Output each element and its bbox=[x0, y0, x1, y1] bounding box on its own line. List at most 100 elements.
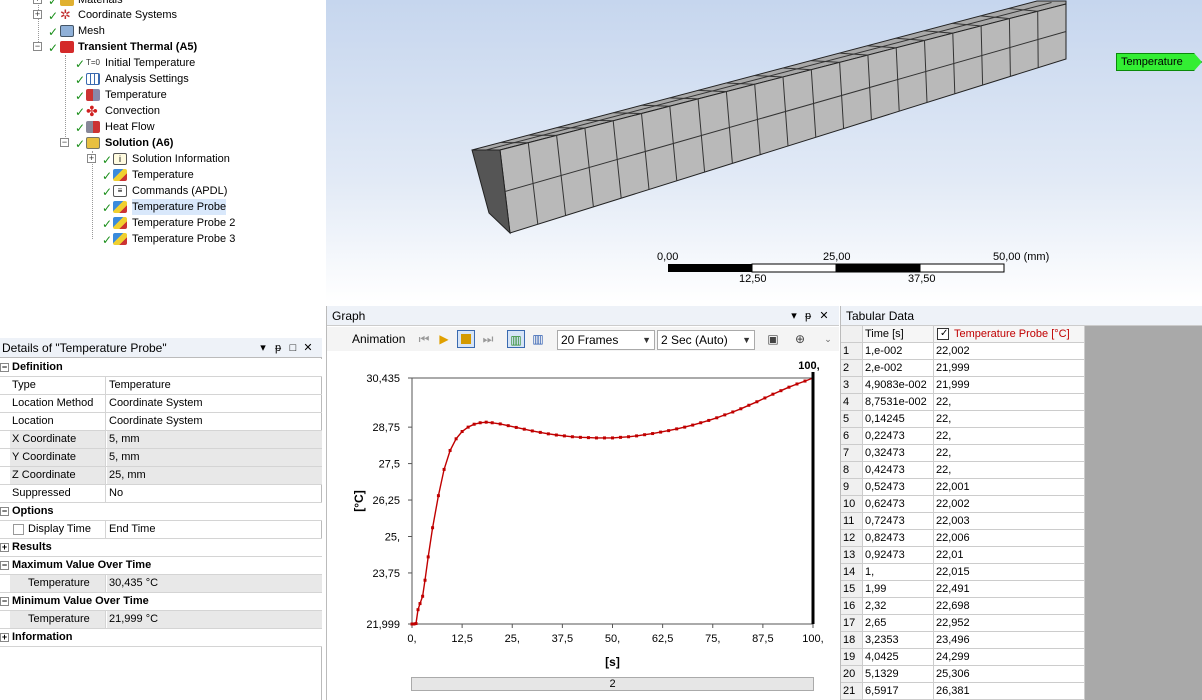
time-slider[interactable]: 2 bbox=[411, 677, 814, 691]
collapse-icon[interactable]: − bbox=[60, 138, 69, 147]
stop-icon[interactable] bbox=[457, 330, 475, 348]
zoom-icon[interactable]: ⊕ bbox=[791, 330, 809, 348]
table-row[interactable]: 9 0,52473 22,001 bbox=[841, 479, 1085, 496]
details-row[interactable]: Z Coordinate 25, mm bbox=[0, 467, 322, 485]
details-section[interactable]: + Information bbox=[0, 629, 322, 647]
table-row[interactable]: 16 2,32 22,698 bbox=[841, 598, 1085, 615]
frames-select[interactable]: 20 Frames ▼ bbox=[557, 330, 655, 350]
table-row[interactable]: 3 4,9083e-002 21,999 bbox=[841, 377, 1085, 394]
close-icon[interactable]: ✕ bbox=[817, 308, 831, 324]
graph-header: Graph ▾ ᵽ ✕ bbox=[327, 306, 839, 326]
table-row[interactable]: 21 6,5917 26,381 bbox=[841, 683, 1085, 700]
property-value[interactable]: Coordinate System bbox=[107, 413, 322, 430]
collapse-icon[interactable]: − bbox=[33, 42, 42, 51]
collapse-icon[interactable]: − bbox=[0, 561, 9, 570]
property-name: Location bbox=[10, 413, 106, 430]
data-point bbox=[423, 578, 427, 582]
row-index: 13 bbox=[841, 547, 863, 564]
distributed-frames-icon[interactable]: ▥ bbox=[507, 330, 525, 348]
x-tick-label: 25, bbox=[505, 633, 520, 645]
duration-select[interactable]: 2 Sec (Auto) ▼ bbox=[657, 330, 755, 350]
table-row[interactable]: 7 0,32473 22, bbox=[841, 445, 1085, 462]
table-row[interactable]: 18 3,2353 23,496 bbox=[841, 632, 1085, 649]
more-options-icon[interactable]: ⌄ bbox=[819, 330, 837, 348]
expand-icon[interactable]: + bbox=[87, 154, 96, 163]
property-value[interactable]: 21,999 °C bbox=[107, 611, 322, 628]
details-row[interactable]: Location Method Coordinate System bbox=[0, 395, 322, 413]
pin-icon[interactable]: ᵽ bbox=[801, 308, 815, 324]
export-video-icon[interactable]: ▣ bbox=[764, 330, 782, 348]
data-point bbox=[602, 436, 606, 440]
beam-model[interactable] bbox=[326, 0, 1202, 302]
property-value[interactable]: Coordinate System bbox=[107, 395, 322, 412]
table-row[interactable]: 19 4,0425 24,299 bbox=[841, 649, 1085, 666]
details-section[interactable]: + Results bbox=[0, 539, 322, 557]
table-row[interactable]: 20 5,1329 25,306 bbox=[841, 666, 1085, 683]
dropdown-icon[interactable]: ▾ bbox=[256, 340, 270, 356]
table-row[interactable]: 5 0,14245 22, bbox=[841, 411, 1085, 428]
play-icon[interactable]: ▶ bbox=[435, 330, 453, 348]
details-row[interactable]: Type Temperature bbox=[0, 377, 322, 395]
y-tick-label: 28,75 bbox=[372, 422, 400, 434]
probe-annotation[interactable]: Temperature Probe bbox=[1116, 53, 1202, 71]
details-section[interactable]: − Minimum Value Over Time bbox=[0, 593, 322, 611]
table-row[interactable]: 1 1,e-002 22,002 bbox=[841, 343, 1085, 360]
expand-icon[interactable]: + bbox=[33, 0, 42, 4]
details-row[interactable]: Temperature 21,999 °C bbox=[0, 611, 322, 629]
table-row[interactable]: 12 0,82473 22,006 bbox=[841, 530, 1085, 547]
details-row[interactable]: Location Coordinate System bbox=[0, 413, 322, 431]
details-section[interactable]: − Definition bbox=[0, 359, 322, 377]
x-tick-label: 75, bbox=[705, 633, 720, 645]
details-row[interactable]: Temperature 30,435 °C bbox=[0, 575, 322, 593]
table-row[interactable]: 11 0,72473 22,003 bbox=[841, 513, 1085, 530]
details-row[interactable]: Suppressed No bbox=[0, 485, 322, 503]
property-value[interactable]: Temperature bbox=[107, 377, 322, 394]
step-back-icon[interactable]: ⏮ bbox=[415, 330, 433, 348]
convection-fan-icon: ✤ bbox=[86, 103, 98, 119]
table-header-temperature[interactable]: ✓ Temperature Probe [°C] bbox=[934, 326, 1085, 343]
property-value[interactable]: No bbox=[107, 485, 322, 502]
details-section[interactable]: − Maximum Value Over Time bbox=[0, 557, 322, 575]
details-row[interactable]: Display Time End Time bbox=[0, 521, 322, 539]
property-value[interactable]: 30,435 °C bbox=[107, 575, 322, 592]
collapse-icon[interactable]: − bbox=[0, 507, 9, 516]
maximize-icon[interactable]: □ bbox=[286, 340, 300, 356]
table-row[interactable]: 15 1,99 22,491 bbox=[841, 581, 1085, 598]
property-value[interactable]: 5, mm bbox=[107, 449, 322, 466]
tree-connector bbox=[92, 151, 93, 239]
property-value[interactable]: 25, mm bbox=[107, 467, 322, 484]
table-row[interactable]: 4 8,7531e-002 22, bbox=[841, 394, 1085, 411]
expand-icon[interactable]: + bbox=[0, 543, 9, 552]
series-visibility-checkbox[interactable]: ✓ bbox=[937, 328, 949, 340]
tree-item-label: Initial Temperature bbox=[105, 57, 196, 69]
step-forward-icon[interactable]: ⏭ bbox=[479, 330, 497, 348]
table-row[interactable]: 14 1, 22,015 bbox=[841, 564, 1085, 581]
table-row[interactable]: 2 2,e-002 21,999 bbox=[841, 360, 1085, 377]
expand-icon[interactable]: + bbox=[33, 10, 42, 19]
property-value[interactable]: 5, mm bbox=[107, 431, 322, 448]
table-row[interactable]: 10 0,62473 22,002 bbox=[841, 496, 1085, 513]
expand-icon[interactable]: + bbox=[0, 633, 9, 642]
property-name: Suppressed bbox=[10, 485, 106, 502]
table-row[interactable]: 8 0,42473 22, bbox=[841, 462, 1085, 479]
details-row[interactable]: X Coordinate 5, mm bbox=[0, 431, 322, 449]
table-row[interactable]: 13 0,92473 22,01 bbox=[841, 547, 1085, 564]
temperature-header-label: Temperature Probe [°C] bbox=[954, 328, 1070, 340]
table-header-time[interactable]: Time [s] bbox=[863, 326, 934, 343]
3d-viewport[interactable]: Temperature Probe 0,00 25,00 50,00 (mm) … bbox=[326, 0, 1202, 302]
property-value[interactable]: End Time bbox=[107, 521, 322, 538]
pin-icon[interactable]: ᵽ bbox=[271, 340, 285, 356]
data-point bbox=[442, 467, 446, 471]
details-section[interactable]: − Options bbox=[0, 503, 322, 521]
collapse-icon[interactable]: − bbox=[0, 597, 9, 606]
details-row[interactable]: Y Coordinate 5, mm bbox=[0, 449, 322, 467]
table-row[interactable]: 6 0,22473 22, bbox=[841, 428, 1085, 445]
close-icon[interactable]: ✕ bbox=[301, 340, 315, 356]
table-row[interactable]: 17 2,65 22,952 bbox=[841, 615, 1085, 632]
x-tick-label: 87,5 bbox=[752, 633, 773, 645]
temperature-chart[interactable]: 30,435 28,75 27,5 26,25 25, 23,75 21,999 0, 12,5… bbox=[327, 354, 839, 694]
collapse-icon[interactable]: − bbox=[0, 363, 9, 372]
dropdown-icon[interactable]: ▾ bbox=[787, 308, 801, 324]
result-sets-icon[interactable]: ▥ bbox=[529, 330, 547, 348]
plot-area bbox=[411, 377, 814, 625]
